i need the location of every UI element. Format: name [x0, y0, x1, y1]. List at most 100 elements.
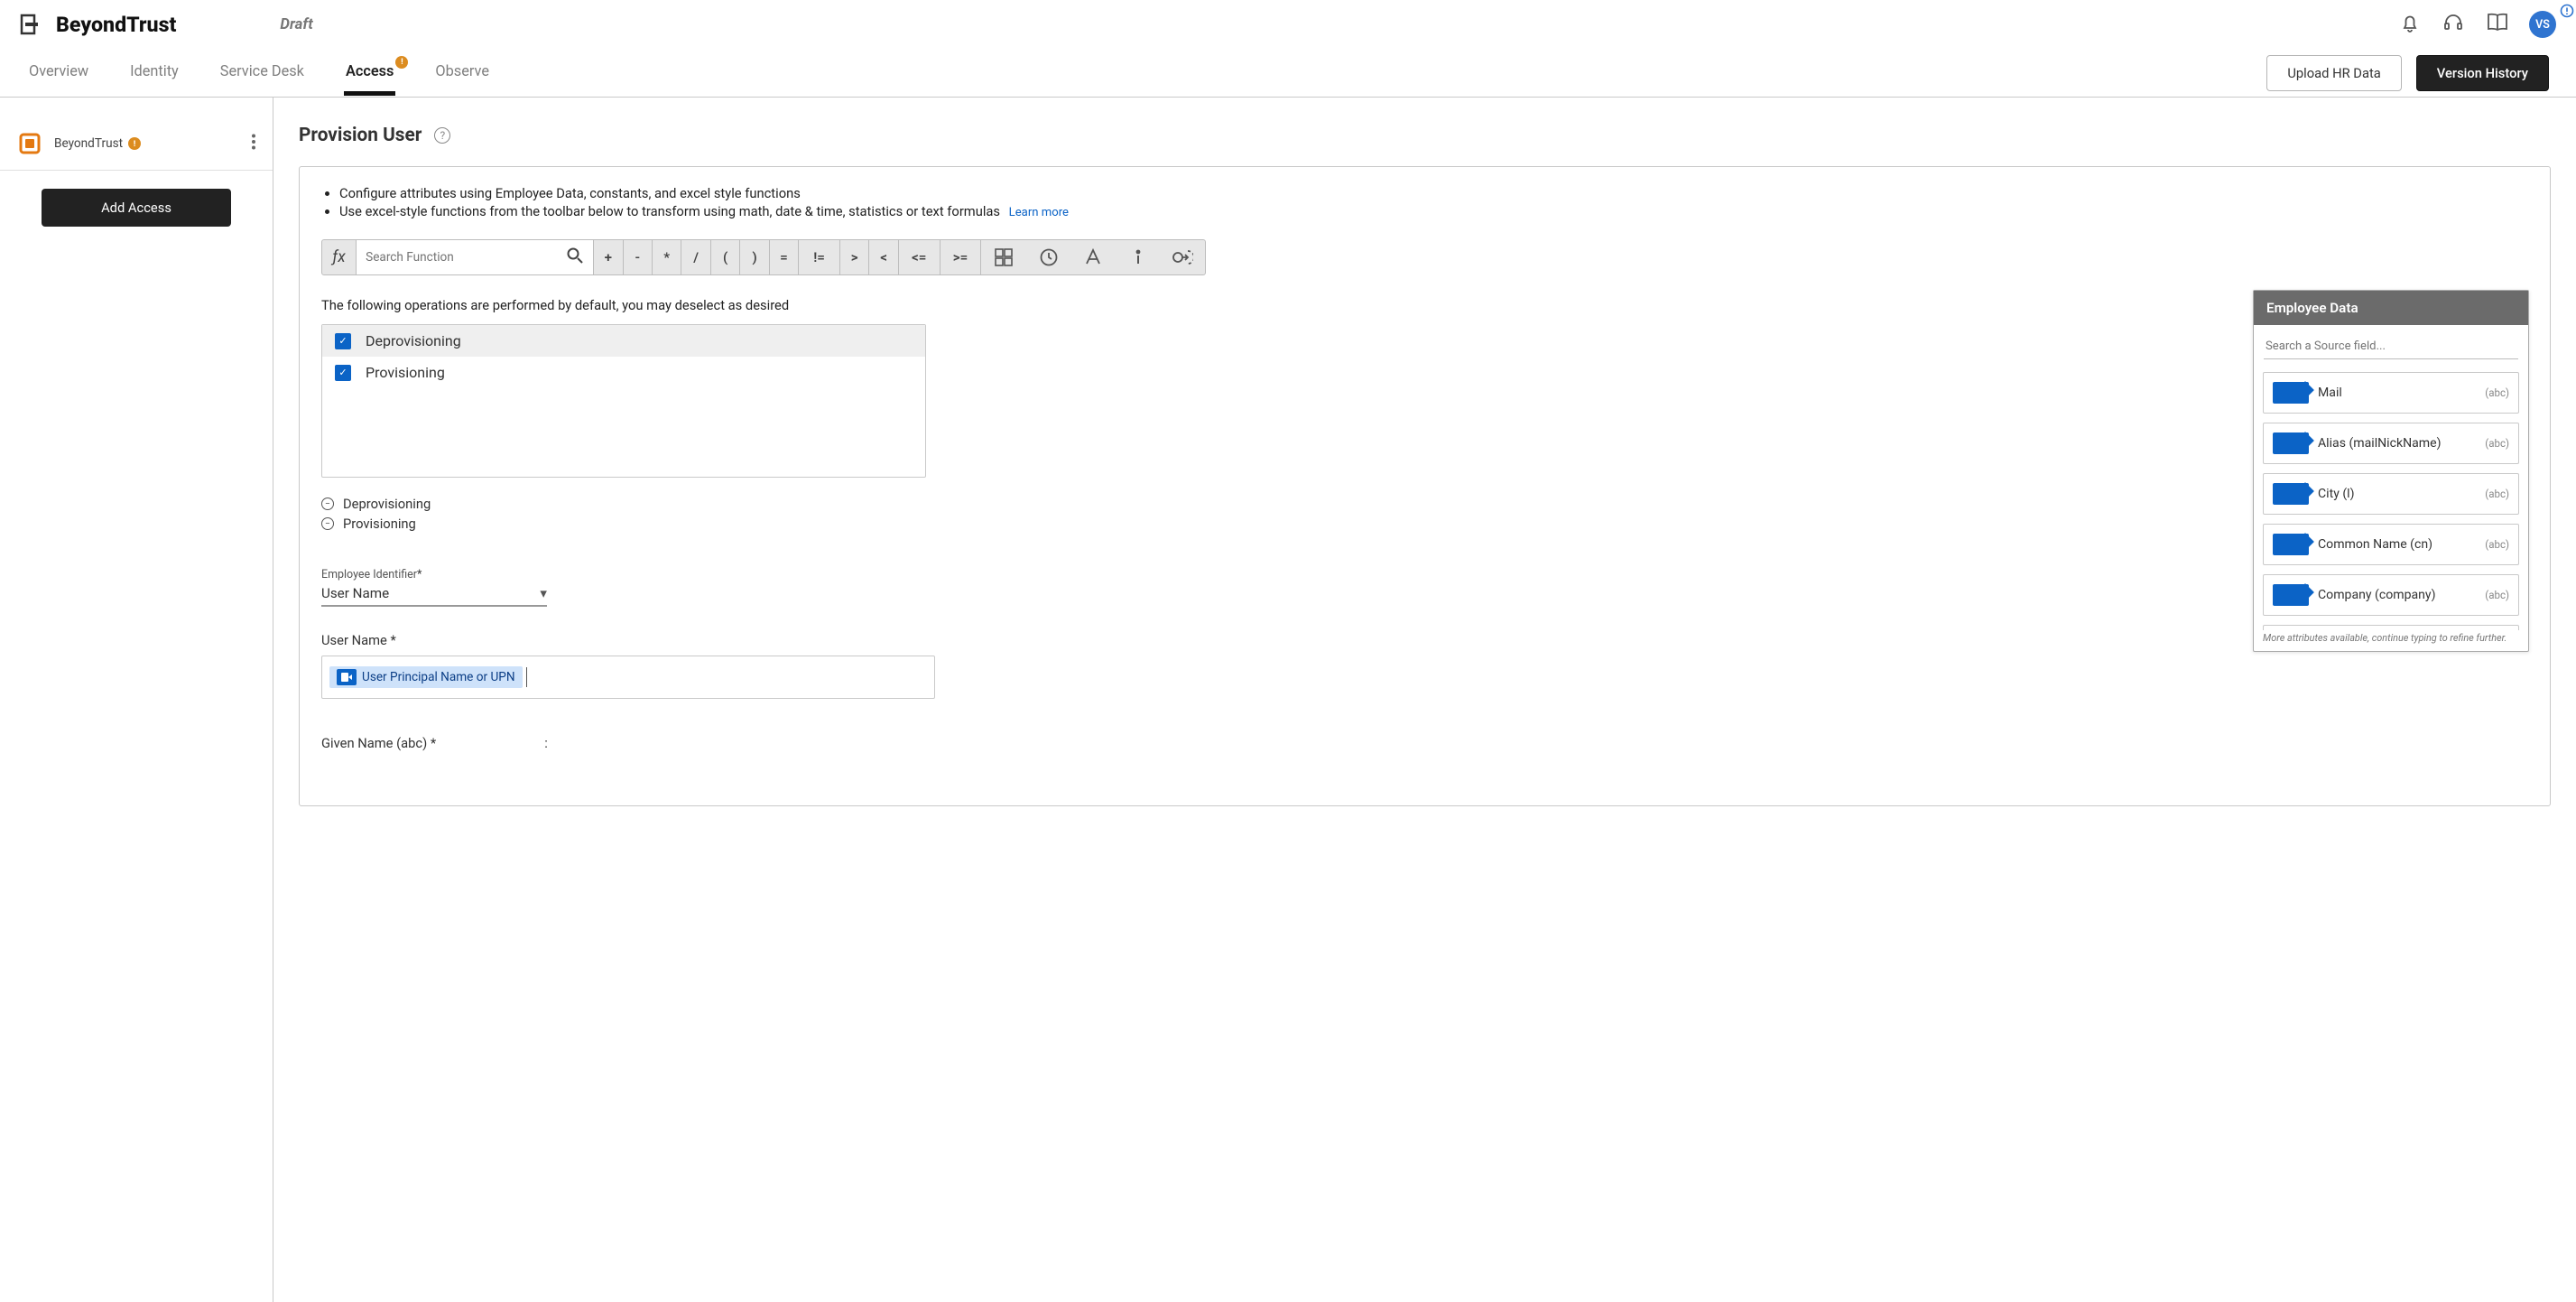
draft-badge: Draft: [280, 15, 312, 33]
book-icon[interactable]: [2486, 13, 2509, 36]
employee-identifier-label: Employee Identifier*: [321, 568, 2528, 581]
ops-row-provisioning[interactable]: ✓ Provisioning: [322, 357, 925, 388]
username-input[interactable]: User Principal Name or UPN: [321, 656, 935, 699]
emp-item-label: Company (company): [2318, 588, 2436, 602]
tab-access[interactable]: Access !: [344, 51, 395, 96]
emp-item-type: (abc): [2485, 488, 2509, 500]
emp-item-type: (abc): [2485, 437, 2509, 450]
page-title: Provision User: [299, 125, 422, 146]
username-label: User Name *: [321, 632, 2528, 648]
search-icon: [566, 246, 584, 268]
upload-hr-data-button[interactable]: Upload HR Data: [2266, 55, 2401, 91]
op-minus[interactable]: -: [624, 240, 653, 274]
checkbox-checked-icon[interactable]: ✓: [335, 365, 351, 381]
function-search-input[interactable]: [366, 250, 566, 265]
version-history-button[interactable]: Version History: [2416, 55, 2549, 91]
emp-item-company[interactable]: Company (company) (abc): [2263, 574, 2519, 616]
clock-icon[interactable]: [1026, 240, 1071, 274]
attribute-chip-label: User Principal Name or UPN: [362, 670, 515, 684]
emp-item-label: City (l): [2318, 487, 2355, 501]
attribute-chip-upn[interactable]: User Principal Name or UPN: [329, 666, 523, 688]
op-lparen[interactable]: (: [711, 240, 740, 274]
kebab-icon[interactable]: [251, 134, 256, 153]
provision-card: Configure attributes using Employee Data…: [299, 166, 2551, 806]
text-icon[interactable]: [1070, 240, 1116, 274]
tab-identity[interactable]: Identity: [128, 51, 181, 96]
avatar-alert-icon: [2560, 4, 2574, 22]
emp-item-type: (abc): [2485, 538, 2509, 551]
op-lte[interactable]: <=: [899, 240, 941, 274]
info-icon[interactable]: [1116, 240, 1161, 274]
op-mult[interactable]: *: [653, 240, 681, 274]
avatar[interactable]: VS: [2529, 11, 2556, 38]
brand-name: BeyondTrust: [56, 12, 176, 37]
headset-icon[interactable]: [2442, 12, 2464, 37]
op-rparen[interactable]: ): [740, 240, 769, 274]
tab-observe[interactable]: Observe: [433, 51, 491, 96]
ops-row-deprovisioning[interactable]: ✓ Deprovisioning: [322, 325, 925, 357]
emp-item-type: (abc): [2485, 386, 2509, 399]
op-gt[interactable]: >: [840, 240, 869, 274]
emp-item-label: Alias (mailNickName): [2318, 436, 2442, 451]
employee-data-title: Employee Data: [2254, 291, 2528, 325]
source-field-icon: [2273, 483, 2309, 505]
instruction-line-1: Configure attributes using Employee Data…: [339, 185, 2528, 201]
employee-identifier-select[interactable]: User Name ▾: [321, 581, 547, 607]
function-toolbar: ƒx + - * / ( ) = != > < <= >=: [321, 239, 1206, 275]
minus-icon[interactable]: −: [321, 517, 334, 530]
function-search[interactable]: [357, 240, 594, 274]
employee-data-list: Mail (abc) Alias (mailNickName) (abc) Ci…: [2254, 359, 2528, 630]
given-name-label: Given Name (abc) *: [321, 735, 436, 751]
top-header: BeyondTrust Draft VS: [0, 0, 2576, 49]
text-cursor: [526, 667, 527, 687]
page-icon: [20, 14, 40, 35]
fx-icon[interactable]: ƒx: [322, 240, 357, 274]
employee-data-more-hint: More attributes available, continue typi…: [2254, 630, 2528, 651]
removable-provisioning[interactable]: − Provisioning: [321, 516, 2528, 532]
emp-item-label: Mail: [2318, 386, 2342, 400]
op-plus[interactable]: +: [594, 240, 623, 274]
source-field-icon: [2273, 382, 2309, 404]
avatar-initials: VS: [2535, 18, 2550, 32]
employee-identifier-value: User Name: [321, 585, 389, 601]
main-panel: Provision User ? Configure attributes us…: [273, 98, 2576, 1302]
sidebar: BeyondTrust ! Add Access: [0, 98, 273, 1302]
instruction-line-2: Use excel-style functions from the toolb…: [339, 203, 2528, 219]
checkbox-checked-icon[interactable]: ✓: [335, 333, 351, 349]
tab-access-warn-icon: !: [395, 56, 408, 69]
beyondtrust-app-icon: [16, 130, 43, 157]
ops-label: Deprovisioning: [366, 332, 461, 349]
tab-service-desk[interactable]: Service Desk: [218, 51, 306, 96]
attribute-chip-icon: [337, 669, 357, 685]
employee-data-panel: Employee Data Mail (abc) Alias (mailNick…: [2253, 290, 2529, 652]
calc-icon[interactable]: [981, 240, 1026, 274]
emp-item-label: Common Name (cn): [2318, 537, 2432, 552]
removable-deprovisioning[interactable]: − Deprovisioning: [321, 496, 2528, 512]
sidebar-warn-icon: !: [128, 137, 141, 150]
source-field-icon: [2273, 534, 2309, 555]
emp-item-city[interactable]: City (l) (abc): [2263, 473, 2519, 515]
source-field-icon: [2273, 432, 2309, 454]
op-eq[interactable]: =: [770, 240, 799, 274]
add-access-button[interactable]: Add Access: [42, 189, 231, 227]
employee-data-search-input[interactable]: [2264, 336, 2518, 359]
ops-label: Provisioning: [366, 364, 445, 381]
tab-access-label: Access: [346, 62, 394, 79]
emp-item-cn[interactable]: Common Name (cn) (abc): [2263, 524, 2519, 565]
op-div[interactable]: /: [681, 240, 710, 274]
sidebar-item-beyondtrust[interactable]: BeyondTrust !: [0, 117, 273, 171]
emp-item-mail[interactable]: Mail (abc): [2263, 372, 2519, 414]
transform-icon[interactable]: [1160, 240, 1205, 274]
emp-item-alias[interactable]: Alias (mailNickName) (abc): [2263, 423, 2519, 464]
op-neq[interactable]: !=: [799, 240, 840, 274]
bell-icon[interactable]: [2399, 12, 2421, 37]
ops-list: ✓ Deprovisioning ✓ Provisioning: [321, 324, 926, 478]
op-gte[interactable]: >=: [941, 240, 982, 274]
help-icon[interactable]: ?: [434, 127, 450, 144]
op-lt[interactable]: <: [869, 240, 898, 274]
minus-icon[interactable]: −: [321, 498, 334, 510]
learn-more-link[interactable]: Learn more: [1009, 206, 1069, 219]
ops-heading: The following operations are performed b…: [321, 297, 2528, 313]
tab-overview[interactable]: Overview: [27, 51, 90, 96]
removable-label: Provisioning: [343, 516, 416, 532]
